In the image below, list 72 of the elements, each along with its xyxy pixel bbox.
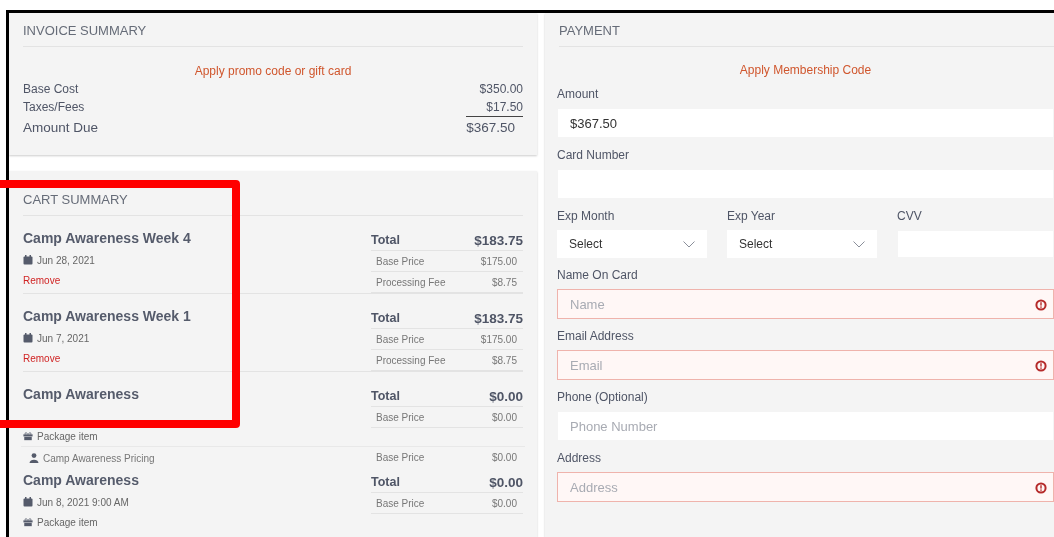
item-date: Jun 7, 2021 bbox=[37, 332, 90, 344]
calendar-icon bbox=[23, 333, 33, 343]
chevron-down-icon bbox=[683, 240, 695, 248]
section-title: CART SUMMARY bbox=[22, 191, 129, 209]
fee-value: $175.00 bbox=[480, 255, 517, 267]
fee-label: Base Price bbox=[376, 255, 425, 267]
gift-icon bbox=[23, 517, 33, 527]
cost-value: $17.50 bbox=[466, 98, 523, 117]
fee-label: Processing Fee bbox=[376, 276, 446, 288]
fee-value: $8.75 bbox=[491, 276, 517, 288]
item-name: Camp Awareness bbox=[23, 472, 139, 490]
error-icon bbox=[1035, 360, 1047, 372]
calendar-icon bbox=[23, 497, 33, 507]
membership-code-link[interactable]: Apply Membership Code bbox=[739, 63, 872, 77]
select-dropdown[interactable]: Select bbox=[557, 230, 707, 258]
section-title: INVOICE SUMMARY bbox=[22, 22, 148, 40]
cost-label: Base Cost bbox=[23, 81, 79, 98]
gift-icon bbox=[23, 431, 33, 441]
field-label: Exp Month bbox=[557, 208, 616, 225]
package-label: Package item bbox=[37, 430, 98, 442]
field-label: Amount bbox=[557, 86, 600, 103]
fee-label: Processing Fee bbox=[376, 354, 446, 366]
input-field[interactable]: Email bbox=[557, 350, 1054, 380]
total-label: Total bbox=[371, 389, 400, 403]
field-label: CVV bbox=[897, 208, 923, 225]
field-label: Name On Card bbox=[557, 267, 639, 284]
total-value: $0.00 bbox=[489, 388, 523, 404]
calendar-icon bbox=[23, 255, 33, 265]
item-date: Jun 28, 2021 bbox=[37, 254, 95, 266]
fee-value: $0.00 bbox=[491, 497, 517, 509]
person-icon bbox=[29, 453, 39, 463]
cost-label: Amount Due bbox=[23, 119, 99, 137]
error-icon bbox=[1035, 299, 1047, 311]
remove-link[interactable]: Remove bbox=[23, 352, 61, 364]
promo-code-link[interactable]: Apply promo code or gift card bbox=[194, 64, 352, 78]
fee-value: $8.75 bbox=[491, 354, 517, 366]
fee-label: Base Price bbox=[376, 333, 425, 345]
fee-label: Base Price bbox=[376, 451, 425, 463]
fee-value: $0.00 bbox=[491, 451, 517, 463]
field-label: Phone (Optional) bbox=[557, 389, 649, 406]
fee-value: $175.00 bbox=[480, 333, 517, 345]
total-value: $183.75 bbox=[474, 310, 523, 326]
input-field[interactable]: Address bbox=[557, 472, 1054, 502]
fee-value: $0.00 bbox=[491, 411, 517, 423]
total-label: Total bbox=[371, 233, 400, 247]
select-dropdown[interactable]: Select bbox=[727, 230, 877, 258]
cost-value: $367.50 bbox=[466, 119, 516, 137]
pricing-name: Camp Awareness Pricing bbox=[43, 452, 155, 464]
field-label: Email Address bbox=[557, 328, 635, 345]
error-icon bbox=[1035, 482, 1047, 494]
field-label: Card Number bbox=[557, 147, 631, 164]
item-name: Camp Awareness Week 1 bbox=[23, 308, 191, 326]
total-label: Total bbox=[371, 311, 400, 325]
item-name: Camp Awareness Week 4 bbox=[23, 230, 191, 248]
total-value: $183.75 bbox=[474, 232, 523, 248]
cost-label: Taxes/Fees bbox=[23, 99, 85, 116]
input-field[interactable]: Phone Number bbox=[557, 411, 1054, 441]
cost-value: $350.00 bbox=[479, 81, 523, 98]
chevron-down-icon bbox=[853, 240, 865, 248]
field-label: Exp Year bbox=[727, 208, 777, 225]
total-value: $0.00 bbox=[489, 474, 523, 490]
input-field[interactable]: Name bbox=[557, 289, 1054, 319]
field-label: Address bbox=[557, 450, 603, 467]
fee-label: Base Price bbox=[376, 411, 425, 423]
package-label: Package item bbox=[37, 516, 98, 528]
remove-link[interactable]: Remove bbox=[23, 274, 61, 286]
item-name: Camp Awareness bbox=[23, 386, 139, 404]
section-title: PAYMENT bbox=[558, 22, 621, 40]
input-field[interactable]: $367.50 bbox=[557, 108, 1054, 138]
total-label: Total bbox=[371, 475, 400, 489]
item-date: Jun 8, 2021 9:00 AM bbox=[37, 496, 129, 508]
fee-label: Base Price bbox=[376, 497, 425, 509]
